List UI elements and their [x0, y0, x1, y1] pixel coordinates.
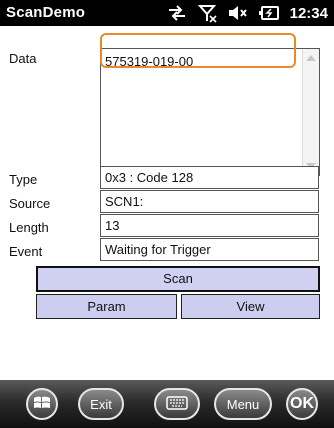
- source-label: Source: [9, 196, 51, 211]
- event-field[interactable]: Waiting for Trigger: [100, 238, 319, 261]
- title-bar: ScanDemo 12:34: [0, 0, 334, 26]
- screen: ScanDemo 12:34 Data 575319-019-00 Type 0…: [0, 0, 334, 428]
- keyboard-icon: [166, 395, 188, 413]
- scan-button[interactable]: Scan: [36, 266, 320, 292]
- battery-charging-icon: [258, 5, 280, 21]
- volume-muted-icon[interactable]: [228, 4, 248, 22]
- type-field[interactable]: 0x3 : Code 128: [100, 166, 319, 189]
- windows-start-button[interactable]: [26, 388, 58, 420]
- view-button[interactable]: View: [181, 294, 320, 319]
- windows-start-icon: [33, 394, 51, 415]
- signal-off-icon: [197, 3, 218, 23]
- app-title: ScanDemo: [6, 4, 86, 21]
- source-field[interactable]: SCN1:: [100, 190, 319, 213]
- clock[interactable]: 12:34: [290, 5, 328, 22]
- length-field[interactable]: 13: [100, 214, 319, 237]
- length-label: Length: [9, 220, 49, 235]
- data-sync-icon: [166, 4, 188, 22]
- form-area: Data 575319-019-00 Type 0x3 : Code 128 S…: [0, 26, 334, 380]
- status-area: 12:34: [166, 3, 328, 23]
- data-scrollbar[interactable]: [302, 49, 319, 175]
- type-label: Type: [9, 172, 38, 187]
- keyboard-button[interactable]: [154, 388, 200, 420]
- softkey-bar: Exit Menu OK: [0, 380, 334, 428]
- data-label: Data: [9, 51, 37, 66]
- scroll-up-icon[interactable]: [306, 55, 316, 61]
- event-label: Event: [9, 244, 43, 259]
- highlight-outline: [100, 33, 296, 68]
- param-button[interactable]: Param: [36, 294, 177, 319]
- menu-button[interactable]: Menu: [214, 388, 272, 420]
- exit-button[interactable]: Exit: [78, 388, 124, 420]
- ok-button[interactable]: OK: [286, 388, 318, 420]
